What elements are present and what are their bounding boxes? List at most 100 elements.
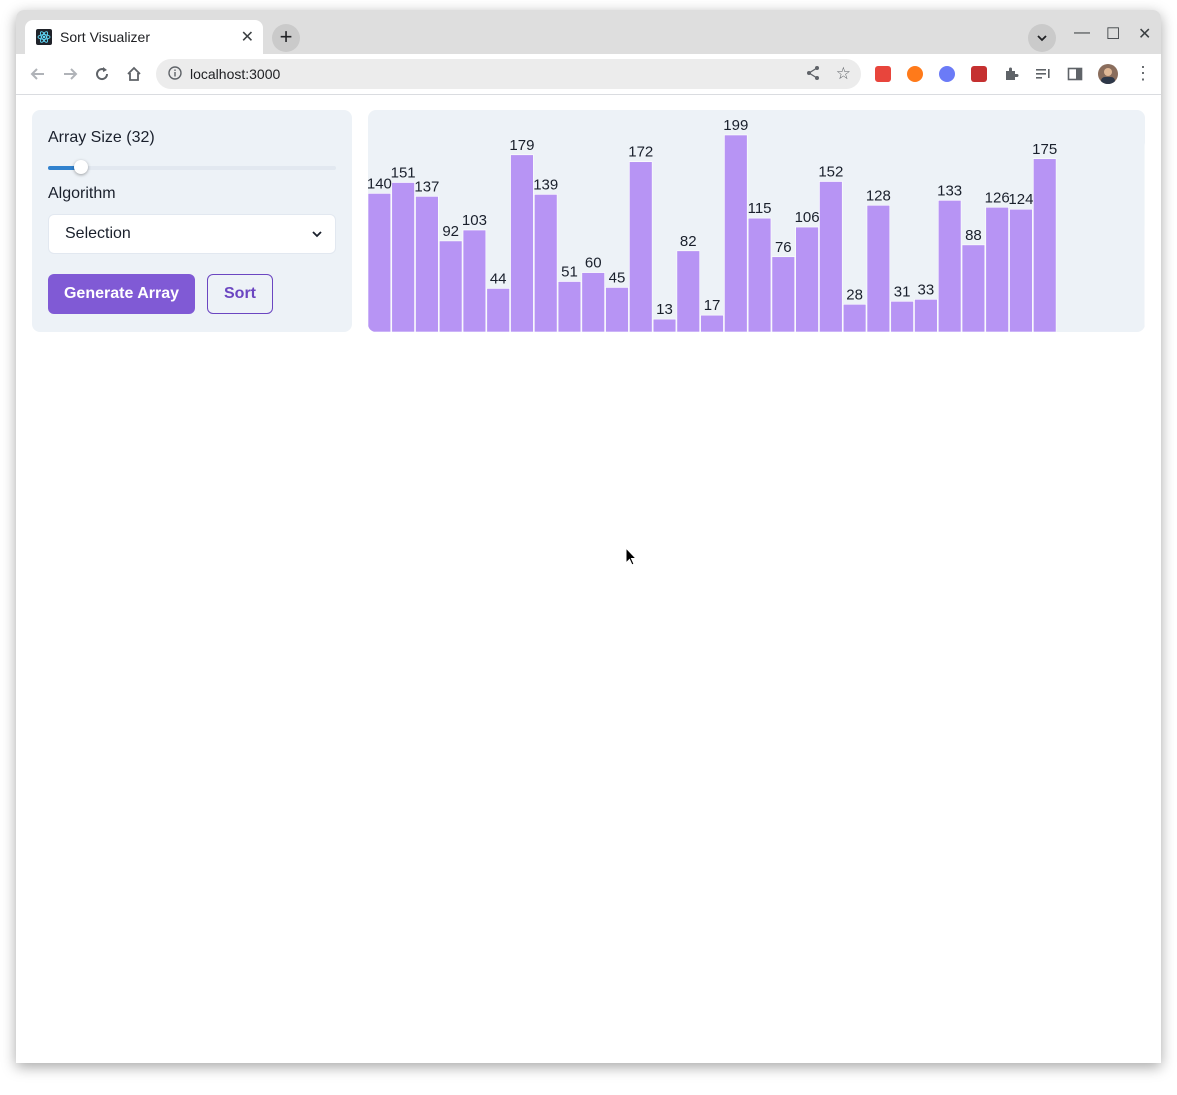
share-icon[interactable]: [805, 65, 821, 81]
bar-label-6: 179: [509, 137, 534, 154]
bar-label-9: 60: [585, 255, 602, 272]
bar-16: [747, 217, 772, 332]
minimize-button[interactable]: —: [1074, 24, 1090, 42]
new-tab-button[interactable]: +: [272, 24, 300, 52]
bar-17: [771, 256, 796, 332]
bar-label-23: 33: [918, 281, 935, 298]
back-button[interactable]: [27, 63, 49, 85]
bar-label-28: 175: [1032, 141, 1057, 158]
chevron-down-icon: [312, 231, 322, 238]
bar-24: [937, 200, 962, 332]
bar-4: [462, 229, 487, 332]
mouse-cursor-icon: [625, 547, 638, 566]
bar-8: [557, 281, 582, 332]
bar-28: [1033, 158, 1057, 332]
bar-label-22: 31: [894, 283, 911, 300]
extension-pdf-icon[interactable]: [875, 66, 891, 82]
bar-27: [1009, 208, 1033, 332]
bar-label-19: 152: [818, 164, 843, 181]
close-window-button[interactable]: ✕: [1138, 24, 1151, 44]
bar-label-24: 133: [937, 182, 962, 199]
bar-15: [724, 134, 748, 332]
bar-14: [700, 314, 724, 332]
sort-button[interactable]: Sort: [207, 274, 273, 314]
bar-label-0: 140: [368, 175, 392, 192]
bar-label-18: 106: [795, 209, 820, 226]
bar-label-5: 44: [490, 270, 507, 287]
bar-label-2: 137: [414, 178, 439, 195]
forward-arrow-icon: [64, 68, 78, 80]
bar-18: [795, 226, 819, 332]
avatar-icon: [1101, 68, 1115, 84]
extension-orange-icon[interactable]: [907, 66, 923, 82]
bar-12: [652, 318, 677, 332]
bar-9: [581, 272, 605, 332]
info-icon: [168, 66, 182, 80]
kebab-menu-icon[interactable]: ⋮: [1134, 63, 1152, 84]
tab-search-button[interactable]: [1028, 24, 1056, 52]
browser-window: Sort Visualizer ✕ + — ☐ ✕ localhost:3000…: [16, 10, 1161, 1063]
algorithm-label: Algorithm: [48, 185, 116, 202]
bar-2: [415, 196, 439, 332]
slider-thumb[interactable]: [74, 160, 89, 174]
bar-label-15: 199: [723, 117, 748, 134]
home-icon: [127, 66, 141, 81]
bar-5: [486, 288, 510, 332]
bar-0: [368, 193, 392, 332]
bar-label-25: 88: [965, 227, 982, 244]
bar-label-14: 17: [704, 297, 721, 314]
bar-label-4: 103: [462, 212, 487, 229]
extension-gear-icon[interactable]: [939, 66, 955, 82]
bar-label-3: 92: [442, 223, 459, 240]
react-icon: [36, 29, 52, 45]
bar-21: [866, 204, 891, 332]
home-button[interactable]: [123, 63, 145, 85]
array-size-label: Array Size (32): [48, 129, 155, 146]
bar-label-20: 28: [846, 286, 863, 303]
bar-label-21: 128: [866, 187, 891, 204]
bar-3: [438, 240, 463, 332]
side-panel-icon[interactable]: [1067, 66, 1083, 82]
bar-label-7: 139: [533, 176, 558, 193]
bar-label-13: 82: [680, 233, 697, 250]
bar-label-11: 172: [628, 144, 653, 161]
bar-label-12: 13: [656, 301, 673, 318]
media-list-icon[interactable]: [1035, 66, 1051, 82]
bar-20: [842, 303, 867, 332]
generate-array-button[interactable]: Generate Array: [48, 274, 195, 314]
bookmark-star-icon[interactable]: ☆: [836, 64, 851, 84]
extension-red-icon[interactable]: [971, 66, 987, 82]
reload-button[interactable]: [91, 63, 113, 85]
algorithm-selected-value: Selection: [65, 225, 131, 242]
bar-label-1: 151: [391, 165, 416, 182]
bar-26: [985, 206, 1009, 332]
profile-avatar[interactable]: [1098, 64, 1118, 84]
browser-tab[interactable]: Sort Visualizer ✕: [25, 20, 263, 54]
bar-13: [676, 250, 700, 332]
chevron-down-icon: [1037, 35, 1047, 42]
reload-icon: [96, 67, 109, 81]
maximize-button[interactable]: ☐: [1106, 24, 1120, 44]
bar-label-16: 115: [748, 200, 772, 217]
forward-button[interactable]: [59, 63, 81, 85]
algorithm-select[interactable]: Selection: [48, 214, 336, 254]
url-text: localhost:3000: [190, 66, 281, 82]
browser-toolbar: localhost:3000 ☆ ⋮: [16, 54, 1161, 95]
puzzle-icon[interactable]: [1003, 66, 1019, 82]
controls-panel: Array Size (32) Algorithm Selection Gene…: [32, 110, 352, 332]
bar-23: [914, 299, 938, 332]
bar-chart: 140151137 92103 44 179 139 51 60 45 172 13 82 17 199…: [368, 117, 1145, 332]
bar-6: [510, 154, 534, 332]
tab-close-icon[interactable]: ✕: [241, 27, 254, 47]
bar-label-31: 190: [1144, 126, 1145, 143]
bar-7: [534, 194, 558, 332]
bar-22: [890, 301, 914, 332]
bar-chart-panel: 140 151 137 92 103 44 179 139 51 60 45 172 13 82 17 199…: [368, 110, 1145, 332]
bar-label-26: 126: [985, 189, 1010, 206]
bar-label-17: 76: [775, 239, 792, 256]
tab-title: Sort Visualizer: [60, 29, 151, 45]
address-bar[interactable]: localhost:3000 ☆: [156, 59, 861, 89]
page-content: Array Size (32) Algorithm Selection Gene…: [16, 95, 1161, 1063]
array-size-slider[interactable]: [48, 160, 336, 174]
bar-label-27: 124: [1008, 191, 1033, 208]
